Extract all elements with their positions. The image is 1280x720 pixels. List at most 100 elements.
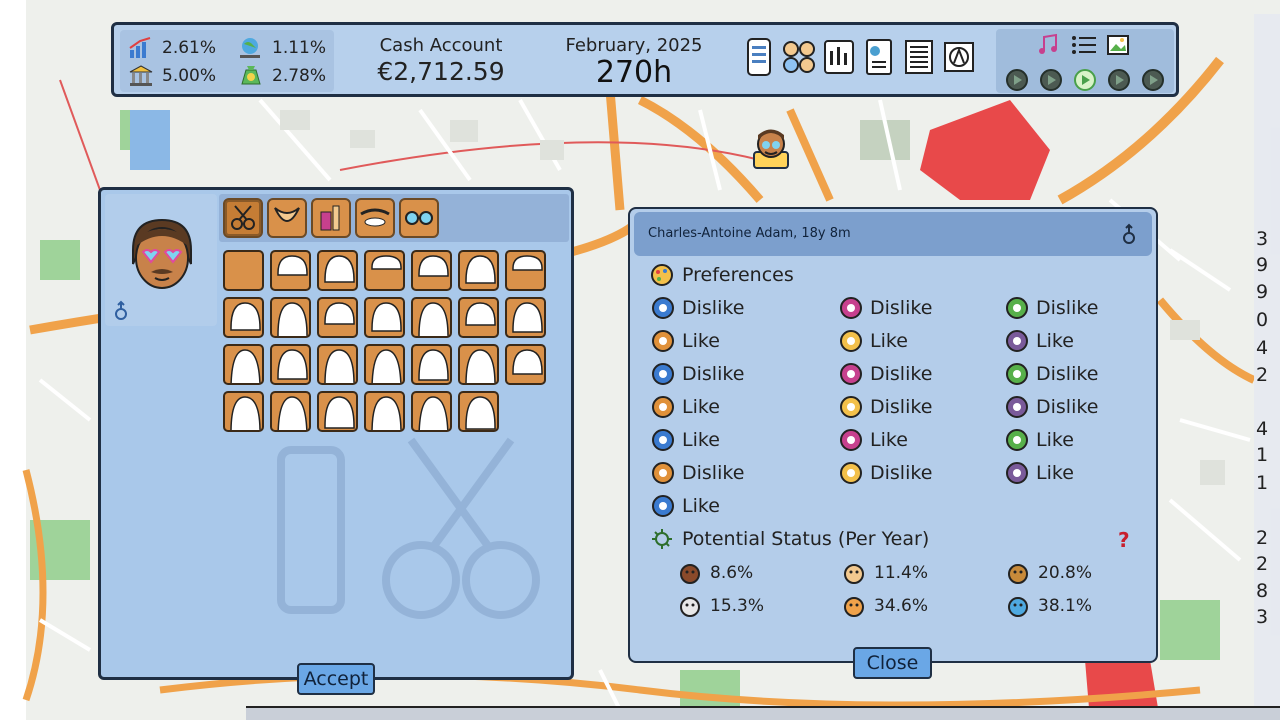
bank-icon <box>129 65 153 86</box>
preference-label: Like <box>682 396 720 418</box>
report-button[interactable] <box>862 37 896 77</box>
phone-button[interactable] <box>742 37 776 77</box>
tab-glasses[interactable] <box>399 198 439 238</box>
music-icon <box>1039 33 1057 54</box>
tab-beard[interactable] <box>267 198 307 238</box>
fastest-button[interactable] <box>1142 69 1164 91</box>
peek-digit: 2 <box>1256 527 1269 549</box>
status-value: 11.4% <box>874 563 929 583</box>
preferences-title: Preferences <box>650 263 794 287</box>
hairstyle-option[interactable] <box>223 391 264 432</box>
faster-button[interactable] <box>1108 69 1130 91</box>
interest-value: 5.00% <box>162 66 217 86</box>
hairstyle-option[interactable] <box>364 250 405 291</box>
pause-button[interactable] <box>1006 69 1028 91</box>
hairstyle-option[interactable] <box>317 250 358 291</box>
gender-male-icon <box>113 300 129 326</box>
accept-button[interactable]: Accept <box>297 663 375 695</box>
peek-digit: 9 <box>1256 254 1269 276</box>
hairstyle-option[interactable] <box>364 391 405 432</box>
dumbbell-icon <box>1004 295 1030 321</box>
hairstyle-option[interactable] <box>411 344 452 385</box>
character-name: Charles-Antoine Adam, 18y 8m <box>648 226 851 241</box>
question-mark-icon[interactable]: ? <box>1118 528 1130 552</box>
hairstyle-option[interactable] <box>223 344 264 385</box>
hairstyle-option[interactable] <box>270 297 311 338</box>
list-button[interactable] <box>1070 33 1098 61</box>
hairstyle-option[interactable] <box>458 297 499 338</box>
preference-item: Like <box>650 493 720 519</box>
money-bag-icon <box>241 66 261 85</box>
preference-label: Like <box>870 330 908 352</box>
hairstyle-option[interactable] <box>458 391 499 432</box>
hairstyle-option[interactable] <box>317 297 358 338</box>
status-value: 8.6% <box>710 563 754 583</box>
hairstyle-option[interactable] <box>270 250 311 291</box>
news-button[interactable] <box>902 37 936 77</box>
shopping-bag-icon <box>650 460 676 486</box>
hairstyle-option[interactable] <box>270 391 311 432</box>
hairstyle-option[interactable] <box>364 344 405 385</box>
hairstyle-option[interactable] <box>411 250 452 291</box>
preference-item: Like <box>1004 427 1074 453</box>
preference-item: Dislike <box>1004 394 1098 420</box>
preference-label: Dislike <box>1036 297 1099 319</box>
hairstyle-option[interactable] <box>411 391 452 432</box>
network-icon <box>838 295 864 321</box>
preference-label: Dislike <box>870 297 933 319</box>
tab-haircut[interactable] <box>223 198 263 238</box>
hairstyle-option[interactable] <box>317 344 358 385</box>
diamond-icon <box>838 427 864 453</box>
hairstyle-option[interactable] <box>505 250 546 291</box>
money-stat: 2.78% <box>238 64 326 88</box>
close-button[interactable]: Close <box>853 647 932 679</box>
people-button[interactable] <box>780 37 818 77</box>
hairstyle-option[interactable] <box>411 297 452 338</box>
options-and-speed <box>996 29 1174 93</box>
fast-button[interactable] <box>1074 69 1096 91</box>
stocks-button[interactable] <box>822 37 856 77</box>
peek-digit: 1 <box>1256 472 1269 494</box>
peek-digit: 3 <box>1256 228 1269 250</box>
character-info-panel: Charles-Antoine Adam, 18y 8m Preferences… <box>628 207 1158 663</box>
preference-label: Like <box>1036 462 1074 484</box>
play-button[interactable] <box>1040 69 1062 91</box>
hairstyle-option[interactable] <box>364 297 405 338</box>
picture-icon <box>1107 35 1129 55</box>
interest-stat: 5.00% <box>128 64 216 88</box>
tab-eyebrows[interactable] <box>355 198 395 238</box>
picture-button[interactable] <box>1106 33 1130 61</box>
hairstyle-option[interactable] <box>458 250 499 291</box>
books-icon <box>1004 328 1030 354</box>
hairstyle-option[interactable] <box>317 391 358 432</box>
car-icon <box>1004 427 1030 453</box>
beard-icon <box>274 207 300 222</box>
character-map-marker[interactable] <box>748 124 794 170</box>
painting-icon <box>1004 394 1030 420</box>
hairstyle-option[interactable] <box>270 344 311 385</box>
preference-label: Like <box>1036 429 1074 451</box>
preference-item: Like <box>1004 460 1074 486</box>
background-window-bottom-edge <box>246 706 1280 720</box>
license-icon <box>944 42 974 72</box>
ghost-icon <box>678 594 702 618</box>
preference-label: Like <box>682 429 720 451</box>
bug-icon <box>678 561 702 585</box>
hairstyle-option[interactable] <box>458 344 499 385</box>
hairstyle-option[interactable] <box>223 250 264 291</box>
garden-bench-icon <box>650 394 676 420</box>
hairstyle-option[interactable] <box>505 344 546 385</box>
status-value: 34.6% <box>874 596 929 616</box>
cash-account-value: €2,712.59 <box>377 57 505 86</box>
license-button[interactable] <box>942 37 976 77</box>
preference-label: Like <box>870 429 908 451</box>
hairstyle-option[interactable] <box>505 297 546 338</box>
peek-digit: 4 <box>1256 337 1269 359</box>
preference-item: Like <box>650 427 720 453</box>
preference-item: Dislike <box>1004 361 1098 387</box>
preference-label: Dislike <box>682 462 745 484</box>
preference-item: Like <box>838 427 908 453</box>
hairstyle-option[interactable] <box>223 297 264 338</box>
music-button[interactable] <box>1036 33 1060 61</box>
tab-makeup[interactable] <box>311 198 351 238</box>
